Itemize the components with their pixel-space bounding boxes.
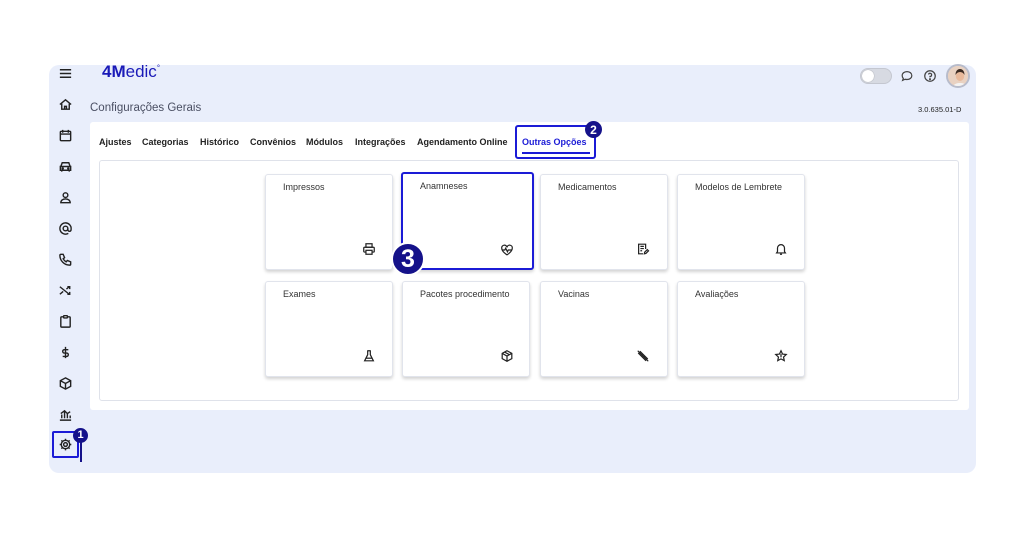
flask-icon	[363, 350, 375, 362]
tab-historico[interactable]: Histórico	[200, 137, 239, 147]
home-icon	[58, 98, 72, 110]
card-medicamentos[interactable]: Medicamentos	[540, 174, 668, 270]
menu-button[interactable]	[53, 65, 77, 85]
card-label: Vacinas	[558, 289, 590, 299]
sidebar-item-users[interactable]	[53, 185, 77, 209]
document-edit-icon	[638, 243, 650, 255]
avatar[interactable]	[946, 64, 970, 88]
card-label: Pacotes procedimento	[420, 289, 510, 299]
logo[interactable]: 4Medic°	[102, 62, 160, 82]
card-label: Modelos de Lembrete	[695, 182, 783, 192]
shuffle-icon	[58, 285, 70, 295]
card-impressos[interactable]: Impressos	[265, 174, 393, 270]
car-icon	[59, 161, 71, 172]
chart-icon	[59, 409, 71, 421]
tab-modulos[interactable]: Módulos	[306, 137, 343, 147]
help-icon[interactable]	[923, 69, 937, 83]
sidebar-item-phone[interactable]	[53, 247, 77, 271]
card-modelos-de-lembrete[interactable]: Modelos de Lembrete	[677, 174, 805, 270]
sidebar-item-vehicle[interactable]	[53, 154, 77, 178]
star-icon	[774, 349, 788, 362]
theme-toggle[interactable]	[860, 68, 892, 84]
card-label: Impressos	[283, 182, 325, 192]
tab-convenios[interactable]: Convênios	[250, 137, 296, 147]
sidebar	[49, 65, 81, 473]
tab-categorias[interactable]: Categorias	[142, 137, 189, 147]
cube-icon	[59, 376, 71, 390]
step-marker-2: 2	[585, 121, 602, 138]
tab-highlight-box	[515, 125, 596, 159]
gear-icon	[59, 438, 72, 451]
dollar-icon	[61, 346, 69, 358]
tab-agendamento-online[interactable]: Agendamento Online	[417, 137, 508, 147]
card-label: Medicamentos	[558, 182, 617, 192]
card-label: Avaliações	[695, 289, 739, 299]
card-pacotes-procedimento[interactable]: Pacotes procedimento	[402, 281, 530, 377]
phone-icon	[58, 253, 71, 266]
card-label: Exames	[283, 289, 316, 299]
sidebar-item-calendar[interactable]	[53, 123, 77, 147]
card-exames[interactable]: Exames	[265, 281, 393, 377]
card-avaliacoes[interactable]: Avaliações	[677, 281, 805, 377]
tab-ajustes[interactable]: Ajustes	[99, 137, 132, 147]
chat-icon[interactable]	[900, 69, 914, 83]
sidebar-item-shuffle[interactable]	[53, 278, 77, 302]
at-icon	[58, 221, 72, 235]
sidebar-item-reports[interactable]	[53, 402, 77, 426]
card-label: Anamneses	[420, 181, 468, 191]
package-icon	[501, 350, 513, 362]
sidebar-item-finance[interactable]	[53, 340, 77, 364]
user-icon	[59, 191, 71, 203]
card-vacinas[interactable]: Vacinas	[540, 281, 668, 377]
step-marker-1: 1	[73, 428, 88, 443]
heart-pulse-icon	[501, 244, 513, 256]
sidebar-item-clipboard[interactable]	[53, 309, 77, 333]
tab-integracoes[interactable]: Integrações	[355, 137, 406, 147]
printer-icon	[363, 243, 375, 255]
page-title: Configurações Gerais	[90, 102, 202, 114]
sidebar-item-email[interactable]	[53, 216, 77, 240]
calendar-icon	[59, 129, 71, 141]
sidebar-item-products[interactable]	[53, 371, 77, 395]
step-marker-3: 3	[391, 242, 425, 276]
clipboard-icon	[59, 314, 71, 328]
bell-icon	[775, 244, 787, 255]
menu-icon	[59, 68, 71, 78]
syringe-icon	[637, 350, 649, 362]
sidebar-item-home[interactable]	[53, 92, 77, 116]
version-label: 3.0.635.01-D	[918, 105, 962, 114]
